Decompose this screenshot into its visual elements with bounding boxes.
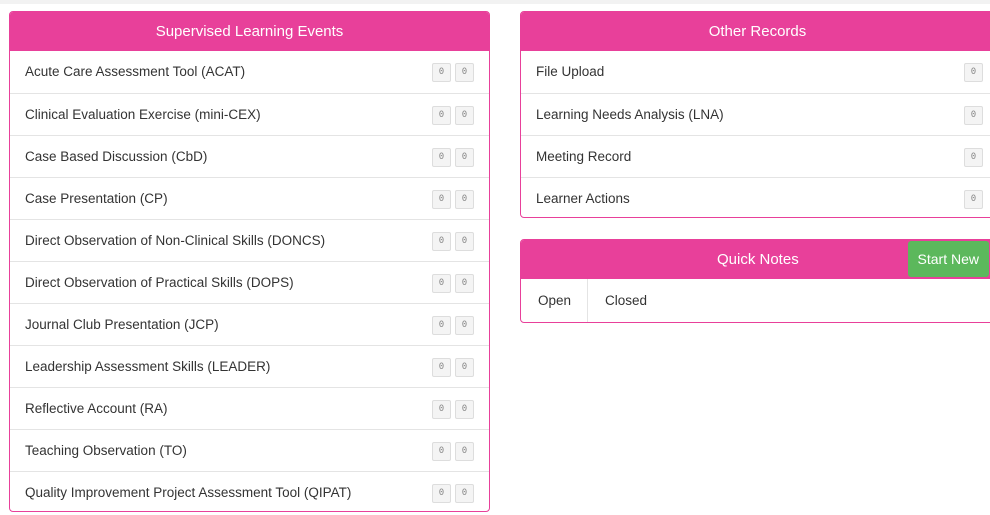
count-badges: 0 0: [432, 388, 474, 419]
other-item-label: Meeting Record: [536, 149, 632, 164]
sle-item-mini-cex[interactable]: Clinical Evaluation Exercise (mini-CEX) …: [10, 93, 489, 135]
sle-item-cp[interactable]: Case Presentation (CP) 0 0: [10, 177, 489, 219]
sle-item-label: Acute Care Assessment Tool (ACAT): [25, 64, 246, 79]
quick-notes-title: Quick Notes: [717, 251, 799, 268]
quick-notes-tabs: Open Closed: [521, 279, 990, 322]
sle-item-label: Reflective Account (RA): [25, 401, 168, 416]
count-badge: 0: [455, 232, 474, 251]
count-badges: 0: [964, 178, 983, 209]
panel-heading-quick-notes: Quick Notes Start New: [521, 240, 990, 279]
other-item-learner-actions[interactable]: Learner Actions 0: [521, 177, 990, 217]
other-item-file-upload[interactable]: File Upload 0: [521, 51, 990, 93]
sle-item-label: Case Based Discussion (CbD): [25, 149, 208, 164]
sle-item-label: Clinical Evaluation Exercise (mini-CEX): [25, 107, 261, 122]
count-badge: 0: [432, 442, 451, 461]
count-badges: 0 0: [432, 178, 474, 209]
panel-heading-other-records: Other Records: [521, 12, 990, 51]
count-badge: 0: [432, 106, 451, 125]
count-badges: 0 0: [432, 136, 474, 167]
sle-item-label: Teaching Observation (TO): [25, 443, 187, 458]
count-badges: 0: [964, 136, 983, 167]
count-badge: 0: [964, 190, 983, 209]
count-badges: 0: [964, 94, 983, 125]
count-badges: 0 0: [432, 304, 474, 335]
count-badge: 0: [964, 63, 983, 82]
count-badges: 0 0: [432, 51, 474, 82]
sle-item-label: Journal Club Presentation (JCP): [25, 317, 219, 332]
start-new-button[interactable]: Start New: [907, 241, 989, 277]
count-badges: 0: [964, 51, 983, 82]
sle-list: Acute Care Assessment Tool (ACAT) 0 0 Cl…: [10, 51, 489, 511]
count-badge: 0: [455, 148, 474, 167]
sle-item-label: Direct Observation of Non-Clinical Skill…: [25, 233, 326, 248]
count-badge: 0: [455, 442, 474, 461]
sle-item-qipat[interactable]: Quality Improvement Project Assessment T…: [10, 471, 489, 511]
top-divider: [0, 0, 990, 4]
count-badges: 0 0: [432, 472, 474, 503]
count-badge: 0: [432, 148, 451, 167]
count-badge: 0: [455, 106, 474, 125]
sle-item-doncs[interactable]: Direct Observation of Non-Clinical Skill…: [10, 219, 489, 261]
quick-notes-panel: Quick Notes Start New Open Closed: [520, 239, 990, 323]
count-badge: 0: [432, 232, 451, 251]
count-badge: 0: [432, 190, 451, 209]
other-item-label: File Upload: [536, 64, 605, 79]
count-badge: 0: [964, 106, 983, 125]
sle-item-label: Case Presentation (CP): [25, 191, 168, 206]
count-badge: 0: [432, 484, 451, 503]
sle-item-label: Leadership Assessment Skills (LEADER): [25, 359, 271, 374]
other-records-panel: Other Records File Upload 0 Learning Nee…: [520, 11, 990, 218]
sle-item-label: Direct Observation of Practical Skills (…: [25, 275, 294, 290]
other-records-list: File Upload 0 Learning Needs Analysis (L…: [521, 51, 990, 217]
tab-closed[interactable]: Closed: [588, 279, 664, 322]
other-item-meeting-record[interactable]: Meeting Record 0: [521, 135, 990, 177]
count-badge: 0: [432, 316, 451, 335]
sle-item-to[interactable]: Teaching Observation (TO) 0 0: [10, 429, 489, 471]
count-badge: 0: [455, 484, 474, 503]
count-badge: 0: [432, 63, 451, 82]
count-badge: 0: [432, 274, 451, 293]
count-badge: 0: [432, 358, 451, 377]
count-badges: 0 0: [432, 430, 474, 461]
other-item-lna[interactable]: Learning Needs Analysis (LNA) 0: [521, 93, 990, 135]
count-badge: 0: [455, 358, 474, 377]
count-badges: 0 0: [432, 94, 474, 125]
other-item-label: Learner Actions: [536, 191, 630, 206]
count-badges: 0 0: [432, 346, 474, 377]
panel-heading-sle: Supervised Learning Events: [10, 12, 489, 51]
count-badge: 0: [455, 274, 474, 293]
sle-item-leader[interactable]: Leadership Assessment Skills (LEADER) 0 …: [10, 345, 489, 387]
count-badges: 0 0: [432, 220, 474, 251]
sle-item-jcp[interactable]: Journal Club Presentation (JCP) 0 0: [10, 303, 489, 345]
count-badge: 0: [964, 148, 983, 167]
other-item-label: Learning Needs Analysis (LNA): [536, 107, 724, 122]
sle-item-dops[interactable]: Direct Observation of Practical Skills (…: [10, 261, 489, 303]
sle-item-ra[interactable]: Reflective Account (RA) 0 0: [10, 387, 489, 429]
sle-item-label: Quality Improvement Project Assessment T…: [25, 485, 352, 500]
count-badge: 0: [455, 190, 474, 209]
sle-item-acat[interactable]: Acute Care Assessment Tool (ACAT) 0 0: [10, 51, 489, 93]
count-badge: 0: [432, 400, 451, 419]
tab-open[interactable]: Open: [521, 279, 589, 322]
sle-item-cbd[interactable]: Case Based Discussion (CbD) 0 0: [10, 135, 489, 177]
count-badges: 0 0: [432, 262, 474, 293]
count-badge: 0: [455, 400, 474, 419]
supervised-learning-events-panel: Supervised Learning Events Acute Care As…: [9, 11, 490, 512]
count-badge: 0: [455, 316, 474, 335]
count-badge: 0: [455, 63, 474, 82]
